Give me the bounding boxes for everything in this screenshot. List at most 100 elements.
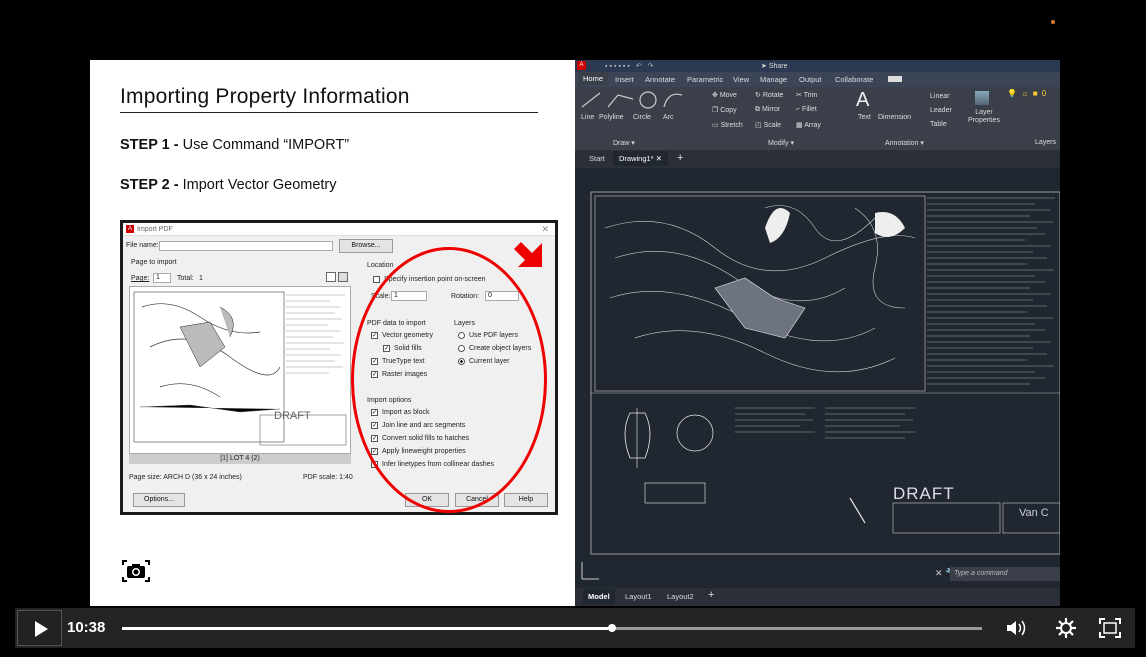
play-icon <box>35 621 48 637</box>
indicator-dot <box>1051 20 1055 24</box>
fullscreen-icon[interactable] <box>1098 617 1122 639</box>
red-arrow-icon <box>514 242 542 267</box>
step-2: STEP 2 - Import Vector Geometry <box>120 177 337 193</box>
start-tab: Start <box>589 154 605 163</box>
fillet-label: Fillet <box>802 106 817 113</box>
dialog-title: Import PDF <box>137 226 173 233</box>
tab-output: Output <box>799 75 822 84</box>
array-label: Array <box>804 122 821 129</box>
stretch-label: Stretch <box>720 122 743 129</box>
add-layout-icon: + <box>708 589 715 601</box>
camera-icon <box>122 560 150 582</box>
total-value: 1 <box>199 275 203 282</box>
draw-tool-icons <box>581 91 683 109</box>
line-tool: Line <box>581 114 595 121</box>
video-player[interactable]: Importing Property Information STEP 1 - … <box>15 18 1135 648</box>
layout1-tab: Layout1 <box>625 592 652 601</box>
slide-panel: Importing Property Information STEP 1 - … <box>90 60 575 606</box>
ucs-icon <box>581 562 599 580</box>
dimension-tool: Dimension <box>878 114 912 121</box>
autocad-logo-icon: A <box>577 61 586 70</box>
draw-panel-label: Draw ▾ <box>613 140 635 147</box>
step-1-prefix: STEP 1 - <box>120 137 179 153</box>
progress-bar[interactable] <box>122 624 982 632</box>
rotate-tool: ↻ Rotate <box>755 92 784 99</box>
progress-knob[interactable] <box>608 624 617 632</box>
linear-tool: Linear <box>930 93 950 100</box>
close-icon: ✕ <box>541 224 549 234</box>
play-button[interactable] <box>17 610 62 646</box>
drawing1-tab: Drawing1* ✕ <box>613 151 668 166</box>
layout2-tab: Layout2 <box>667 592 694 601</box>
current-time: 10:38 <box>67 619 106 636</box>
options-button: Options... <box>133 493 185 507</box>
copy-tool: ❐ Copy <box>712 107 737 114</box>
view-grid-icon <box>338 272 348 282</box>
mirror-tool: ⧉ Mirror <box>755 106 781 113</box>
scale-label: Scale <box>763 122 782 129</box>
ribbon-tabs: Home Insert Annotate Parametric View Man… <box>575 72 1060 87</box>
preview-draft-text: DRAFT <box>274 410 311 422</box>
tab-parametric: Parametric <box>687 75 724 84</box>
move-label: Move <box>719 92 737 99</box>
tab-view: View <box>733 75 750 84</box>
drawing1-label: Drawing1* <box>619 154 654 163</box>
quick-access-icons: ▪▪▪▪▪▪ ↶ ↷ <box>605 63 656 70</box>
preview-caption: [1] LOT 4 (2) <box>129 454 351 464</box>
modify-panel-label: Modify ▾ <box>768 140 795 147</box>
share-label: Share <box>768 63 788 70</box>
mirror-label: Mirror <box>761 106 781 113</box>
drawing-canvas: DRAFT Van C <box>575 168 1060 588</box>
quick-access-toolbar: A ▪▪▪▪▪▪ ↶ ↷ ➤ Share <box>575 60 1060 72</box>
arc-tool: Arc <box>663 114 674 121</box>
import-pdf-dialog-screenshot: A Import PDF ✕ File name: Browse... Page… <box>120 220 558 515</box>
fillet-tool: ⌐ Fillet <box>796 106 817 113</box>
page-to-import-label: Page to import <box>131 259 177 266</box>
step-1-text: Use Command “IMPORT” <box>178 137 350 153</box>
array-tool: ▦ Array <box>796 122 821 129</box>
total-label: Total: <box>177 275 194 282</box>
model-tab: Model <box>583 589 615 604</box>
video-stage: Importing Property Information STEP 1 - … <box>0 0 1146 657</box>
step-2-prefix: STEP 2 - <box>120 177 179 193</box>
help-button: Help <box>504 493 548 507</box>
trim-label: Trim <box>803 92 818 99</box>
settings-gear-icon[interactable] <box>1055 617 1077 639</box>
table-tool: Table <box>930 121 947 128</box>
tab-home: Home <box>578 72 609 85</box>
pdf-preview: DRAFT <box>129 286 351 454</box>
annotation-panel-label: Annotation ▾ <box>885 140 924 147</box>
tab-collaborate: Collaborate <box>835 75 874 84</box>
step-1: STEP 1 - Use Command “IMPORT” <box>120 137 349 153</box>
video-controls: 10:38 <box>15 608 1135 648</box>
circle-tool: Circle <box>633 114 651 121</box>
title-underline <box>120 112 538 113</box>
file-name-field <box>159 241 333 251</box>
polyline-tool: Polyline <box>599 114 624 121</box>
page-label: Page: <box>131 275 150 282</box>
share-button: ➤ Share <box>761 63 788 70</box>
copy-label: Copy <box>720 107 737 114</box>
step-2-text: Import Vector Geometry <box>178 177 337 193</box>
stretch-tool: ▭ Stretch <box>712 122 743 129</box>
leader-tool: Leader <box>930 107 952 114</box>
layer-properties-icon <box>975 91 989 105</box>
pdf-preview-drawing <box>133 291 347 446</box>
specify-insertion-checkbox <box>373 276 380 283</box>
rotate-label: Rotate <box>762 92 784 99</box>
tab-extra-icon <box>888 76 902 82</box>
location-heading: Location <box>367 262 394 269</box>
volume-icon[interactable] <box>1005 618 1029 638</box>
highlight-ellipse <box>351 247 547 513</box>
add-tab-icon: + <box>677 152 684 164</box>
tab-insert: Insert <box>615 75 634 84</box>
tab-annotate: Annotate <box>645 75 676 84</box>
command-placeholder: Type a command <box>954 570 1008 577</box>
autocad-icon: A <box>126 225 134 233</box>
browse-button: Browse... <box>339 239 393 253</box>
file-name-label: File name: <box>126 242 159 249</box>
page-field: 1 <box>153 273 171 283</box>
trim-tool: ✂ Trim <box>796 92 818 99</box>
tab-manage: Manage <box>760 75 788 84</box>
layers-panel-label: Layers <box>1035 139 1057 146</box>
